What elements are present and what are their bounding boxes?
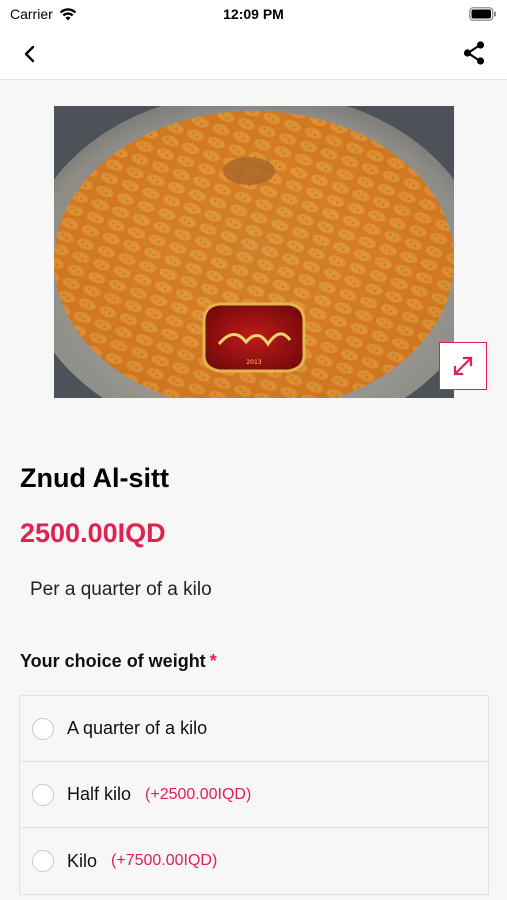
product-photo-illustration: 2013	[54, 106, 454, 398]
battery-icon	[469, 7, 497, 26]
back-button[interactable]	[18, 42, 42, 66]
weight-option-half-kilo[interactable]: Half kilo (+2500.00IQD)	[20, 762, 488, 828]
weight-section-label: Your choice of weight	[20, 651, 206, 671]
navigation-bar	[0, 28, 507, 80]
weight-section-title: Your choice of weight *	[20, 651, 217, 672]
status-time: 12:09 PM	[223, 6, 284, 22]
share-icon	[463, 41, 485, 65]
expand-arrows-icon	[453, 356, 473, 376]
required-marker: *	[209, 651, 217, 671]
product-description: Per a quarter of a kilo	[30, 579, 212, 600]
product-photo[interactable]: 2013	[54, 106, 454, 398]
chevron-left-icon	[24, 45, 35, 63]
option-label: Half kilo	[67, 784, 132, 804]
option-label: A quarter of a kilo	[67, 718, 208, 738]
option-extra-price: (+7500.00IQD)	[111, 852, 218, 869]
share-button[interactable]	[461, 40, 487, 66]
radio-button[interactable]	[32, 850, 54, 872]
radio-button[interactable]	[32, 717, 54, 740]
radio-button[interactable]	[32, 783, 54, 806]
svg-text:2013: 2013	[246, 359, 261, 366]
status-bar: Carrier 12:09 PM	[0, 0, 507, 28]
expand-image-button[interactable]	[439, 342, 487, 390]
weight-option-kilo[interactable]: Kilo (+7500.00IQD)	[20, 828, 488, 894]
product-name: Znud Al-sitt	[20, 463, 169, 493]
option-label: Kilo	[67, 850, 98, 871]
weight-options-list: A quarter of a kilo Half kilo (+2500.00I…	[19, 695, 489, 895]
weight-option-quarter-kilo[interactable]: A quarter of a kilo	[20, 696, 488, 762]
product-price: 2500.00IQD	[20, 518, 166, 548]
option-extra-price: (+2500.00IQD)	[145, 785, 252, 803]
